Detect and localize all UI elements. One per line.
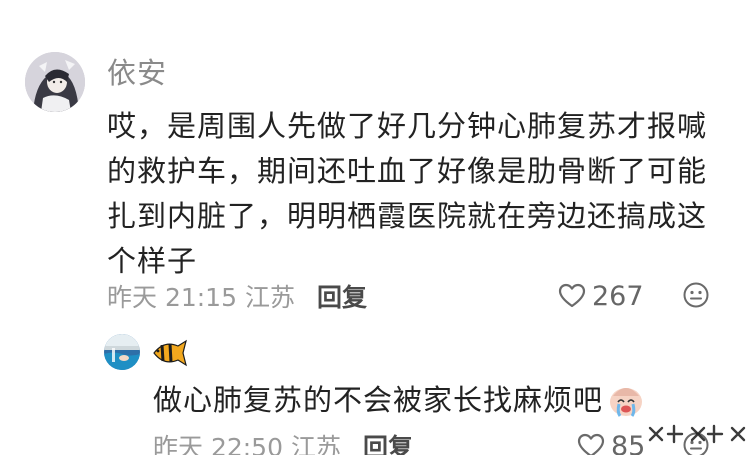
reply-location: 江苏 [291, 433, 342, 455]
heart-icon [577, 433, 605, 455]
comment-username[interactable]: 依安 [107, 55, 167, 91]
tropical-fish-icon [153, 339, 187, 367]
heart-icon [558, 283, 586, 308]
comment-time: 昨天 21:15 [107, 283, 237, 312]
like-count: 267 [592, 280, 644, 312]
comment-location: 江苏 [245, 283, 296, 312]
reply-username[interactable] [150, 338, 188, 368]
avatar[interactable] [25, 52, 85, 112]
reply-time: 昨天 22:50 [153, 433, 283, 455]
crying-face-sticker [610, 388, 643, 417]
reply-like-button[interactable]: 85 [577, 428, 645, 455]
reply-reply-button[interactable]: 回复 [363, 428, 413, 455]
emoji-button[interactable] [682, 281, 710, 309]
comment-text: 哎，是周围人先做了好几分钟心肺复苏才报喊的救护车，期间还吐血了好像是肋骨断了可能… [107, 109, 708, 278]
reply-meta: 昨天 22:50 江苏 回复 [153, 428, 413, 455]
reply-text-content: 做心肺复苏的不会被家长找麻烦吧 [153, 383, 604, 417]
watermark [648, 424, 746, 444]
anime-avatar-icon [25, 52, 85, 112]
emoji-face-icon [683, 282, 709, 308]
pool-avatar-icon [104, 334, 140, 370]
comment-meta: 昨天 21:15 江苏 回复 [107, 278, 367, 314]
like-button[interactable]: 267 [558, 278, 644, 314]
reply-button[interactable]: 回复 [317, 278, 367, 314]
reply-avatar[interactable] [104, 334, 140, 370]
comment-thread: 依安 哎，是周围人先做了好几分钟心肺复苏才报喊的救护车，期间还吐血了好像是肋骨断… [0, 0, 750, 455]
reply-text: 做心肺复苏的不会被家长找麻烦吧 [153, 380, 645, 420]
